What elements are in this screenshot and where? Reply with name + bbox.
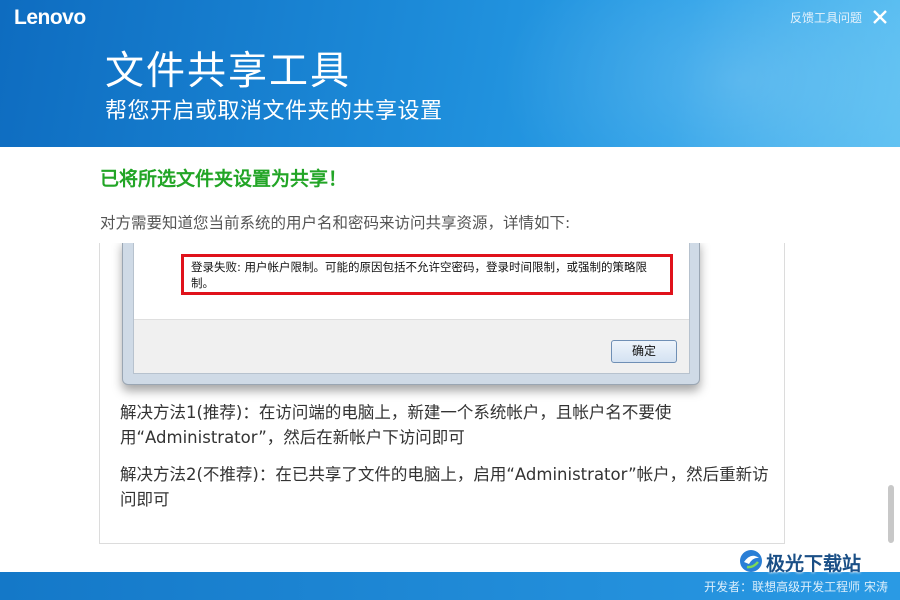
details-panel: 登录失败: 用户帐户限制。可能的原因包括不允许空密码，登录时间限制，或强制的策略… bbox=[99, 243, 785, 544]
feedback-link[interactable]: 反馈工具问题 bbox=[790, 9, 862, 26]
scrollbar[interactable] bbox=[884, 243, 898, 544]
watermark: 极光下载站 bbox=[738, 548, 898, 578]
app-window: Lenovo 反馈工具问题 文件共享工具 帮您开启或取消文件夹的共享设置 已将所… bbox=[0, 0, 900, 600]
instruction-text: 对方需要知道您当前系统的用户名和密码来访问共享资源，详情如下: bbox=[100, 214, 571, 232]
ok-button: 确定 bbox=[611, 340, 677, 363]
dialog-body: 登录失败: 用户帐户限制。可能的原因包括不允许空密码，登录时间限制，或强制的策略… bbox=[133, 243, 690, 374]
dialog-button-bar: 确定 bbox=[134, 319, 689, 373]
watermark-logo-icon bbox=[740, 550, 762, 572]
scrollbar-thumb[interactable] bbox=[888, 485, 894, 543]
app-title: 文件共享工具 bbox=[105, 49, 352, 94]
close-button[interactable] bbox=[870, 7, 890, 27]
developer-credit: 开发者：联想高级开发工程师 宋涛 bbox=[704, 580, 888, 594]
header-banner: Lenovo 反馈工具问题 文件共享工具 帮您开启或取消文件夹的共享设置 bbox=[0, 0, 900, 147]
error-message: 登录失败: 用户帐户限制。可能的原因包括不允许空密码，登录时间限制，或强制的策略… bbox=[181, 254, 673, 295]
error-dialog-screenshot: 登录失败: 用户帐户限制。可能的原因包括不允许空密码，登录时间限制，或强制的策略… bbox=[122, 243, 700, 385]
success-message: 已将所选文件夹设置为共享！ bbox=[100, 168, 348, 190]
app-subtitle: 帮您开启或取消文件夹的共享设置 bbox=[105, 99, 443, 124]
solution-method-1: 解决方法1(推荐)：在访问端的电脑上，新建一个系统帐户，且帐户名不要使用“Adm… bbox=[120, 403, 672, 447]
close-icon bbox=[873, 10, 887, 24]
lenovo-logo: Lenovo bbox=[14, 6, 86, 29]
watermark-text: 极光下载站 bbox=[766, 553, 862, 575]
solution-method-2: 解决方法2(不推荐)：在已共享了文件的电脑上，启用“Administrator”… bbox=[120, 465, 769, 509]
